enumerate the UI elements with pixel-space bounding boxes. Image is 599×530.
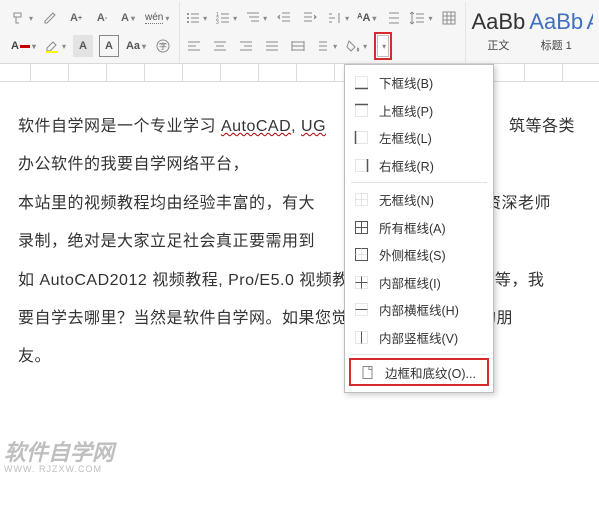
line-spacing-button[interactable]: [383, 7, 403, 29]
menu-item-label: 上框线(P): [379, 101, 433, 120]
style-label: 标题 1: [541, 37, 572, 53]
numbering-button[interactable]: 123: [214, 7, 238, 29]
horizontal-ruler[interactable]: [0, 64, 599, 82]
align-justify-button[interactable]: [262, 35, 282, 57]
menu-item-label: 内部横框线(H): [379, 300, 459, 319]
borders-button-highlight: ▾: [374, 32, 392, 60]
align-center-button[interactable]: [210, 35, 230, 57]
character-shading-button[interactable]: A: [73, 35, 93, 57]
menu-border-all[interactable]: 所有框线(A): [345, 214, 493, 242]
style-sample: AaBb: [529, 11, 583, 33]
align-right-button[interactable]: [236, 35, 256, 57]
svg-text:3: 3: [216, 20, 219, 26]
doc-paragraph: 友。: [18, 338, 581, 376]
menu-border-top[interactable]: 上框线(P): [345, 97, 493, 125]
decrease-indent-button[interactable]: [274, 7, 294, 29]
border-none-icon: [353, 192, 369, 208]
svg-text:字: 字: [159, 41, 167, 51]
multilevel-list-button[interactable]: [244, 7, 268, 29]
menu-item-label: 左框线(L): [379, 128, 432, 147]
character-border-button[interactable]: A: [99, 35, 119, 57]
border-all-icon: [353, 219, 369, 235]
page-icon: [359, 364, 375, 380]
insert-table-button[interactable]: [439, 7, 459, 29]
watermark: 软件自学网 WWW. RJZXW.COM: [4, 441, 114, 474]
format-painter-button[interactable]: [10, 7, 34, 29]
style-sample: AaBb: [471, 11, 525, 33]
style-normal[interactable]: AaBb 正文: [470, 4, 526, 60]
align-distributed-button[interactable]: [288, 35, 308, 57]
chevron-down-icon: ▾: [382, 42, 386, 51]
ribbon-toolbar: A+ A- A wén A A A Aa 字 123 ᴬA: [0, 0, 599, 64]
paragraph-group: 123 ᴬA ▾: [180, 2, 466, 63]
border-left-icon: [353, 130, 369, 146]
border-bottom-icon: [353, 75, 369, 91]
doc-paragraph: 如 AutoCAD2012 视频教程, Pro/E5.0 视频教程, UG8.0…: [18, 262, 581, 300]
doc-paragraph: 要自学去哪里？当然是软件自学网。如果您觉得好，请分享给您的朋: [18, 300, 581, 338]
fill-color-button[interactable]: [344, 35, 368, 57]
font-group: A+ A- A wén A A A Aa 字: [6, 2, 180, 63]
menu-item-label: 右框线(R): [379, 156, 434, 175]
highlight-color-button[interactable]: [43, 35, 67, 57]
style-label: 正文: [487, 37, 509, 53]
clear-format-button[interactable]: [40, 7, 60, 29]
doc-paragraph: 录制，绝对是大家立足社会真正要需用到: [18, 223, 581, 261]
border-top-icon: [353, 102, 369, 118]
menu-item-label: 所有框线(A): [379, 218, 446, 237]
doc-paragraph: 办公软件的我要自学网络平台，: [18, 146, 581, 184]
border-outside-icon: [353, 247, 369, 263]
vertical-align-button[interactable]: [314, 35, 338, 57]
menu-border-none[interactable]: 无框线(N): [345, 186, 493, 214]
style-heading1[interactable]: AaBb 标题 1: [528, 4, 584, 60]
menu-border-bottom[interactable]: 下框线(B): [345, 69, 493, 97]
font-size-down-button[interactable]: A-: [92, 7, 112, 29]
font-size-up-button[interactable]: A+: [66, 7, 86, 29]
menu-item-label: 下框线(B): [379, 73, 433, 92]
menu-border-inside-v[interactable]: 内部竖框线(V): [345, 324, 493, 352]
menu-item-label: 内部框线(I): [379, 273, 441, 292]
font-color-button[interactable]: A: [10, 35, 37, 57]
phonetic-guide-button[interactable]: wén: [144, 7, 170, 29]
menu-item-label: 内部竖框线(V): [379, 328, 458, 347]
menu-item-label: 无框线(N): [379, 190, 434, 209]
menu-border-inside[interactable]: 内部框线(I): [345, 269, 493, 297]
menu-separator: [351, 354, 487, 355]
text-direction-button[interactable]: ᴬA: [356, 7, 377, 29]
menu-item-label: 外侧框线(S): [379, 245, 446, 264]
menu-borders-and-shading[interactable]: 边框和底纹(O)...: [349, 358, 489, 386]
tab-stops-button[interactable]: [326, 7, 350, 29]
bullets-button[interactable]: [184, 7, 208, 29]
menu-separator: [351, 182, 487, 183]
letter-case-button[interactable]: Aa: [125, 35, 147, 57]
align-left-button[interactable]: [184, 35, 204, 57]
border-inside-v-icon: [353, 329, 369, 345]
menu-border-left[interactable]: 左框线(L): [345, 124, 493, 152]
menu-border-right[interactable]: 右框线(R): [345, 152, 493, 180]
menu-border-outside[interactable]: 外侧框线(S): [345, 241, 493, 269]
distribute-button[interactable]: [409, 7, 433, 29]
menu-border-inside-h[interactable]: 内部横框线(H): [345, 296, 493, 324]
superscript-button[interactable]: A: [118, 7, 138, 29]
borders-dropdown-button[interactable]: ▾: [377, 35, 389, 57]
doc-paragraph: 本站里的视频教程均由经验丰富的，有大资深老师: [18, 185, 581, 223]
borders-menu: 下框线(B) 上框线(P) 左框线(L) 右框线(R) 无框线(N) 所有框线(…: [344, 64, 494, 393]
doc-paragraph: 软件自学网是一个专业学习 AutoCAD, UG 筑等各类: [18, 108, 581, 146]
document-page[interactable]: 软件自学网是一个专业学习 AutoCAD, UG 筑等各类 办公软件的我要自学网…: [18, 108, 581, 377]
menu-item-label: 边框和底纹(O)...: [385, 363, 476, 382]
border-inside-icon: [353, 274, 369, 290]
style-heading2[interactable]: AaBb( 标题 2: [586, 4, 593, 60]
border-inside-h-icon: [353, 302, 369, 318]
style-sample: AaBb(: [587, 11, 593, 33]
border-right-icon: [353, 157, 369, 173]
increase-indent-button[interactable]: [300, 7, 320, 29]
enclose-characters-button[interactable]: 字: [153, 35, 173, 57]
styles-gallery: AaBb 正文 AaBb 标题 1 AaBb( 标题 2: [466, 2, 593, 63]
